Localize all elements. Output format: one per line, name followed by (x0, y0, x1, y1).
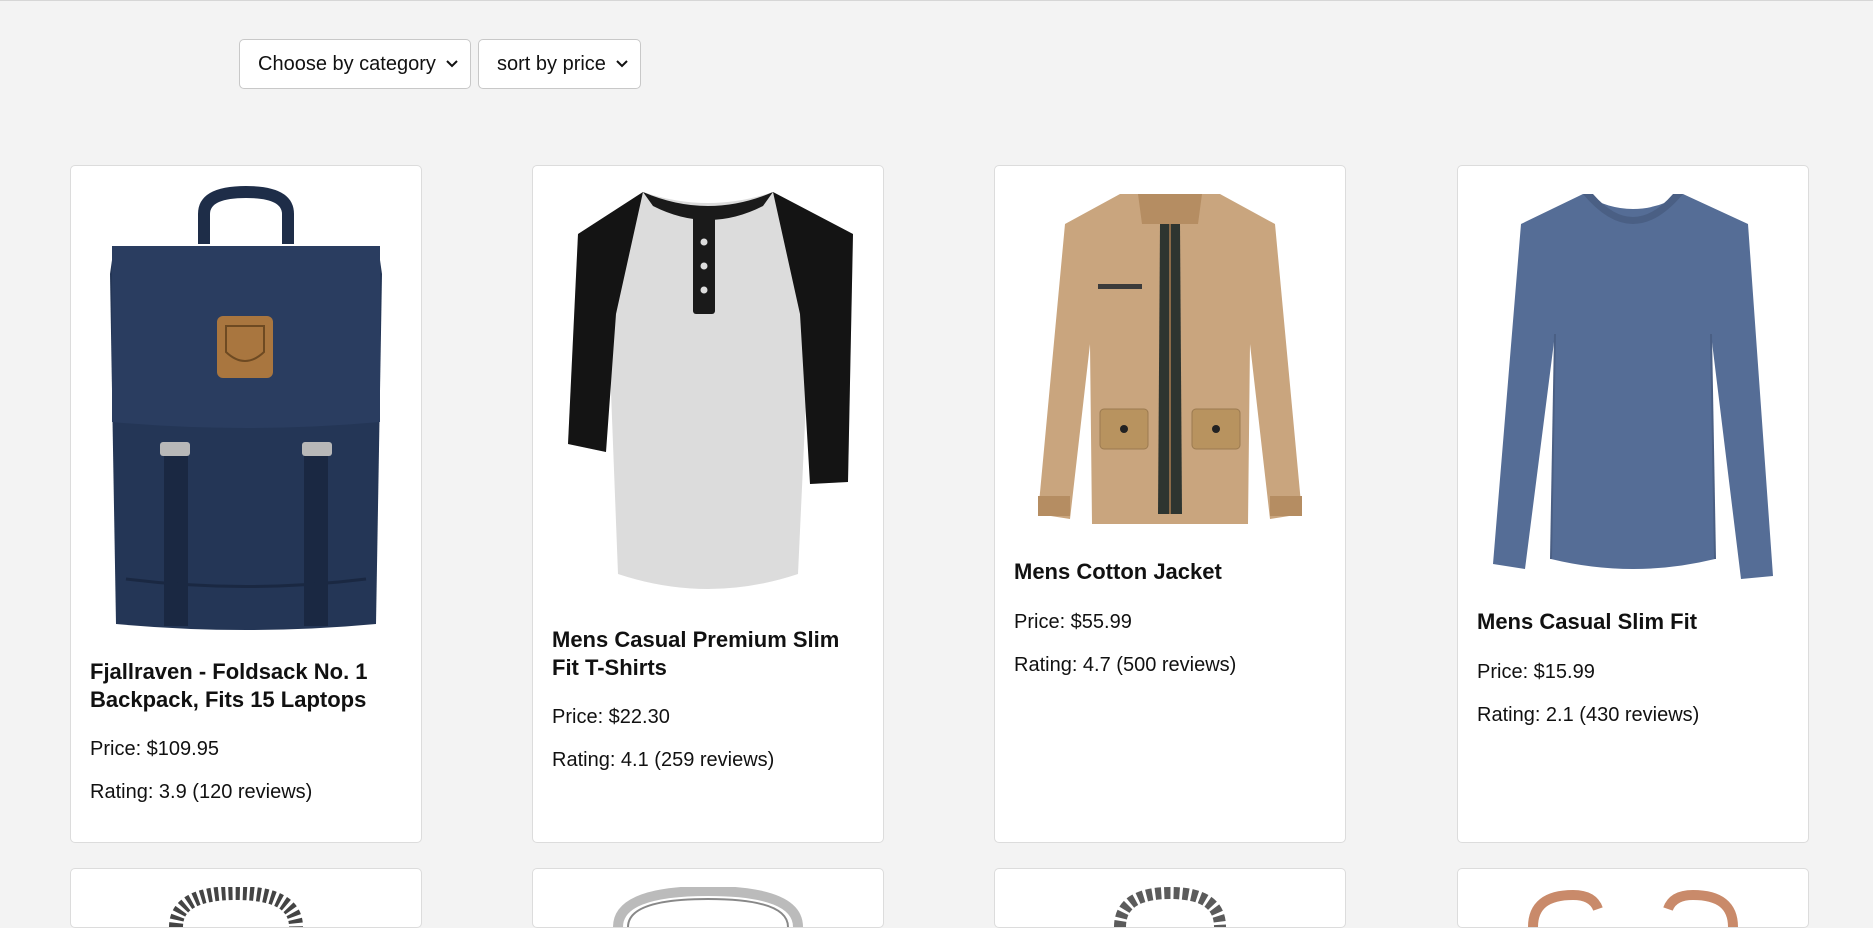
product-title[interactable]: Mens Cotton Jacket (1014, 558, 1329, 586)
ring-image (533, 887, 883, 927)
category-select-label: Choose by category (258, 52, 436, 75)
product-rating: Rating: 3.9 (120 reviews) (90, 781, 313, 803)
price-sort-label: sort by price (497, 52, 606, 75)
filter-bar: Choose by category sort by price (239, 39, 641, 89)
product-title[interactable]: Mens Casual Premium Slim Fit T-Shirts (552, 626, 867, 682)
earrings-image (1458, 887, 1808, 927)
chevron-down-icon (446, 57, 460, 71)
chevron-down-icon (616, 57, 630, 71)
jacket-image (995, 184, 1345, 529)
product-rating: Rating: 2.1 (430 reviews) (1477, 704, 1700, 726)
product-card[interactable] (1457, 868, 1809, 928)
product-rating: Rating: 4.7 (500 reviews) (1014, 654, 1237, 676)
tshirt-image (533, 184, 883, 599)
product-card[interactable] (532, 868, 884, 928)
bracelet-image (71, 887, 421, 927)
product-card[interactable]: Mens Cotton Jacket Price: $55.99 Rating:… (994, 165, 1346, 843)
product-title[interactable]: Mens Casual Slim Fit (1477, 608, 1792, 636)
product-title[interactable]: Fjallraven - Foldsack No. 1 Backpack, Fi… (90, 658, 405, 714)
product-card[interactable]: Mens Casual Premium Slim Fit T-Shirts Pr… (532, 165, 884, 843)
product-price: Price: $15.99 (1477, 661, 1595, 683)
product-rating: Rating: 4.1 (259 reviews) (552, 749, 775, 771)
backpack-image (71, 184, 421, 639)
product-price: Price: $109.95 (90, 738, 219, 760)
product-card[interactable] (70, 868, 422, 928)
longsleeve-image (1458, 184, 1808, 579)
price-sort-select[interactable]: sort by price (478, 39, 641, 89)
top-border (0, 0, 1873, 1)
product-card[interactable]: Fjallraven - Foldsack No. 1 Backpack, Fi… (70, 165, 422, 843)
category-select[interactable]: Choose by category (239, 39, 471, 89)
ring-image (995, 887, 1345, 927)
product-price: Price: $55.99 (1014, 611, 1132, 633)
product-card[interactable] (994, 868, 1346, 928)
product-card[interactable]: Mens Casual Slim Fit Price: $15.99 Ratin… (1457, 165, 1809, 843)
product-price: Price: $22.30 (552, 706, 670, 728)
